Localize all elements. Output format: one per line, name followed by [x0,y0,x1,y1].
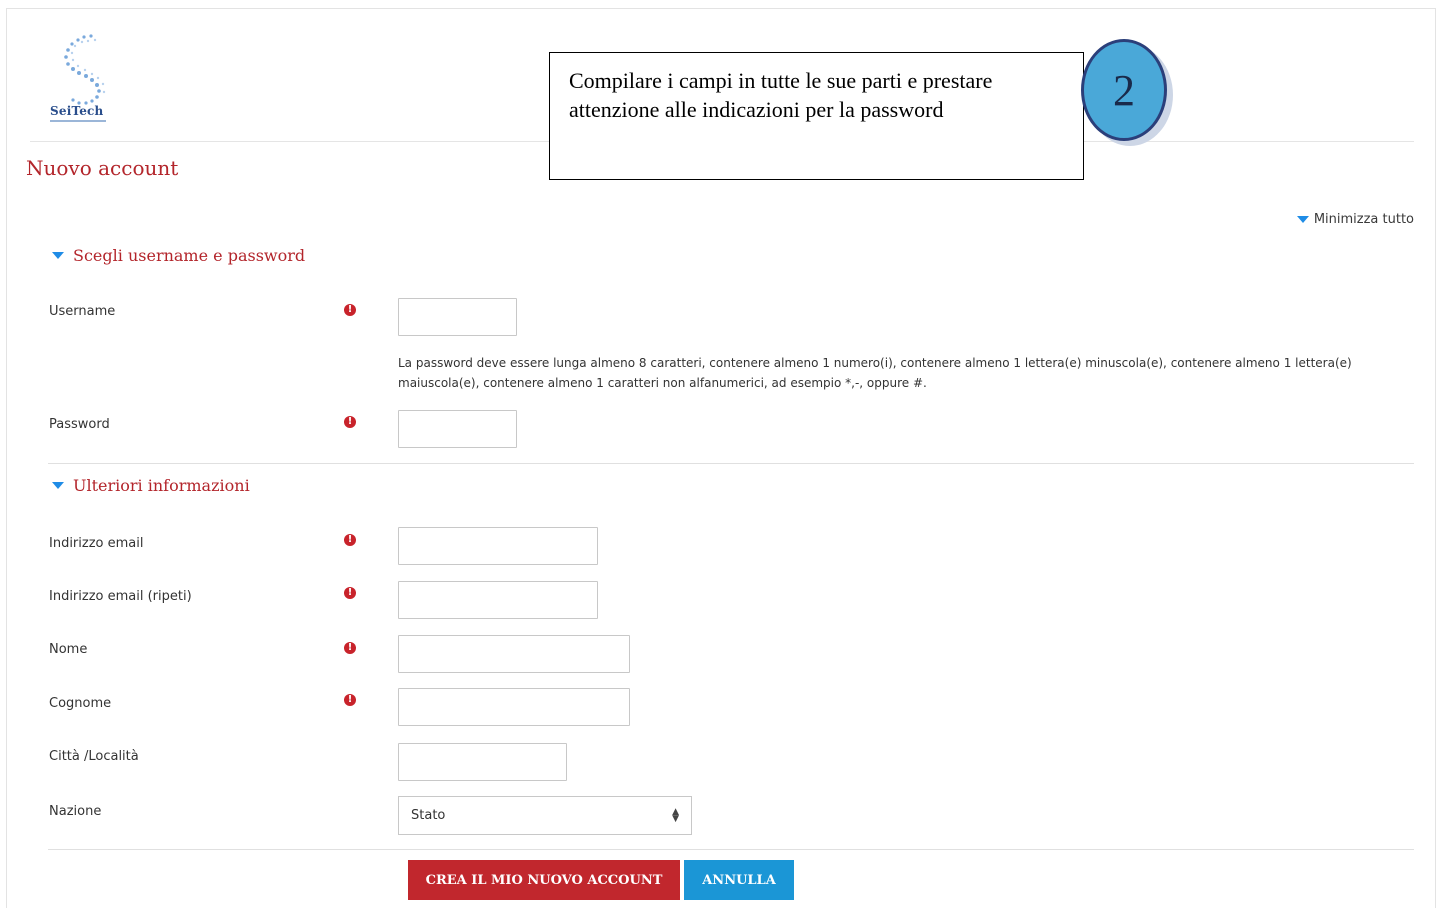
required-icon: ! [344,534,356,546]
create-account-button[interactable]: CREA IL MIO NUOVO ACCOUNT [408,860,680,900]
city-label: Città /Località [49,749,139,764]
required-icon: ! [344,694,356,706]
collapse-all-label: Minimizza tutto [1313,212,1414,227]
city-input[interactable] [398,743,567,781]
email-input[interactable] [398,527,598,565]
first-name-label: Nome [49,642,88,657]
required-icon: ! [344,587,356,599]
required-icon: ! [344,304,356,316]
email-repeat-input[interactable] [398,581,598,619]
username-label: Username [49,304,116,319]
password-input[interactable] [398,410,517,448]
caret-down-icon [52,482,64,489]
caret-down-icon [1296,216,1309,223]
email-label: Indirizzo email [49,536,144,551]
page-title: Nuovo account [26,156,179,180]
country-select-value: Stato [411,808,446,823]
country-select[interactable]: Stato ▲ ▼ [398,796,692,835]
sort-arrows-icon: ▲ ▼ [672,806,679,824]
logo-underline [50,120,106,122]
instruction-callout: Compilare i campi in tutte le sue parti … [549,52,1084,180]
section-title-more-info: Ulteriori informazioni [73,476,250,495]
logo-text: SeiTech [50,104,104,118]
section-toggle-credentials[interactable]: Scegli username e password [52,246,305,265]
password-hint: La password deve essere lunga almeno 8 c… [398,356,1352,390]
required-icon: ! [344,416,356,428]
section-divider [48,463,1414,464]
first-name-input[interactable] [398,635,630,673]
actions-divider [48,849,1414,850]
caret-down-icon [52,252,64,259]
callout-text: Compilare i campi in tutte le sue parti … [569,68,993,122]
email-repeat-label: Indirizzo email (ripeti) [49,589,192,604]
password-label: Password [49,417,110,432]
country-label: Nazione [49,804,102,819]
last-name-label: Cognome [49,696,112,711]
section-toggle-more-info[interactable]: Ulteriori informazioni [52,476,250,495]
username-input[interactable] [398,298,517,336]
cancel-button[interactable]: ANNULLA [684,860,794,900]
collapse-all-link[interactable]: Minimizza tutto [1296,212,1414,227]
step-number-badge: 2 [1081,39,1167,141]
last-name-input[interactable] [398,688,630,726]
section-title-credentials: Scegli username e password [73,246,306,265]
required-icon: ! [344,642,356,654]
